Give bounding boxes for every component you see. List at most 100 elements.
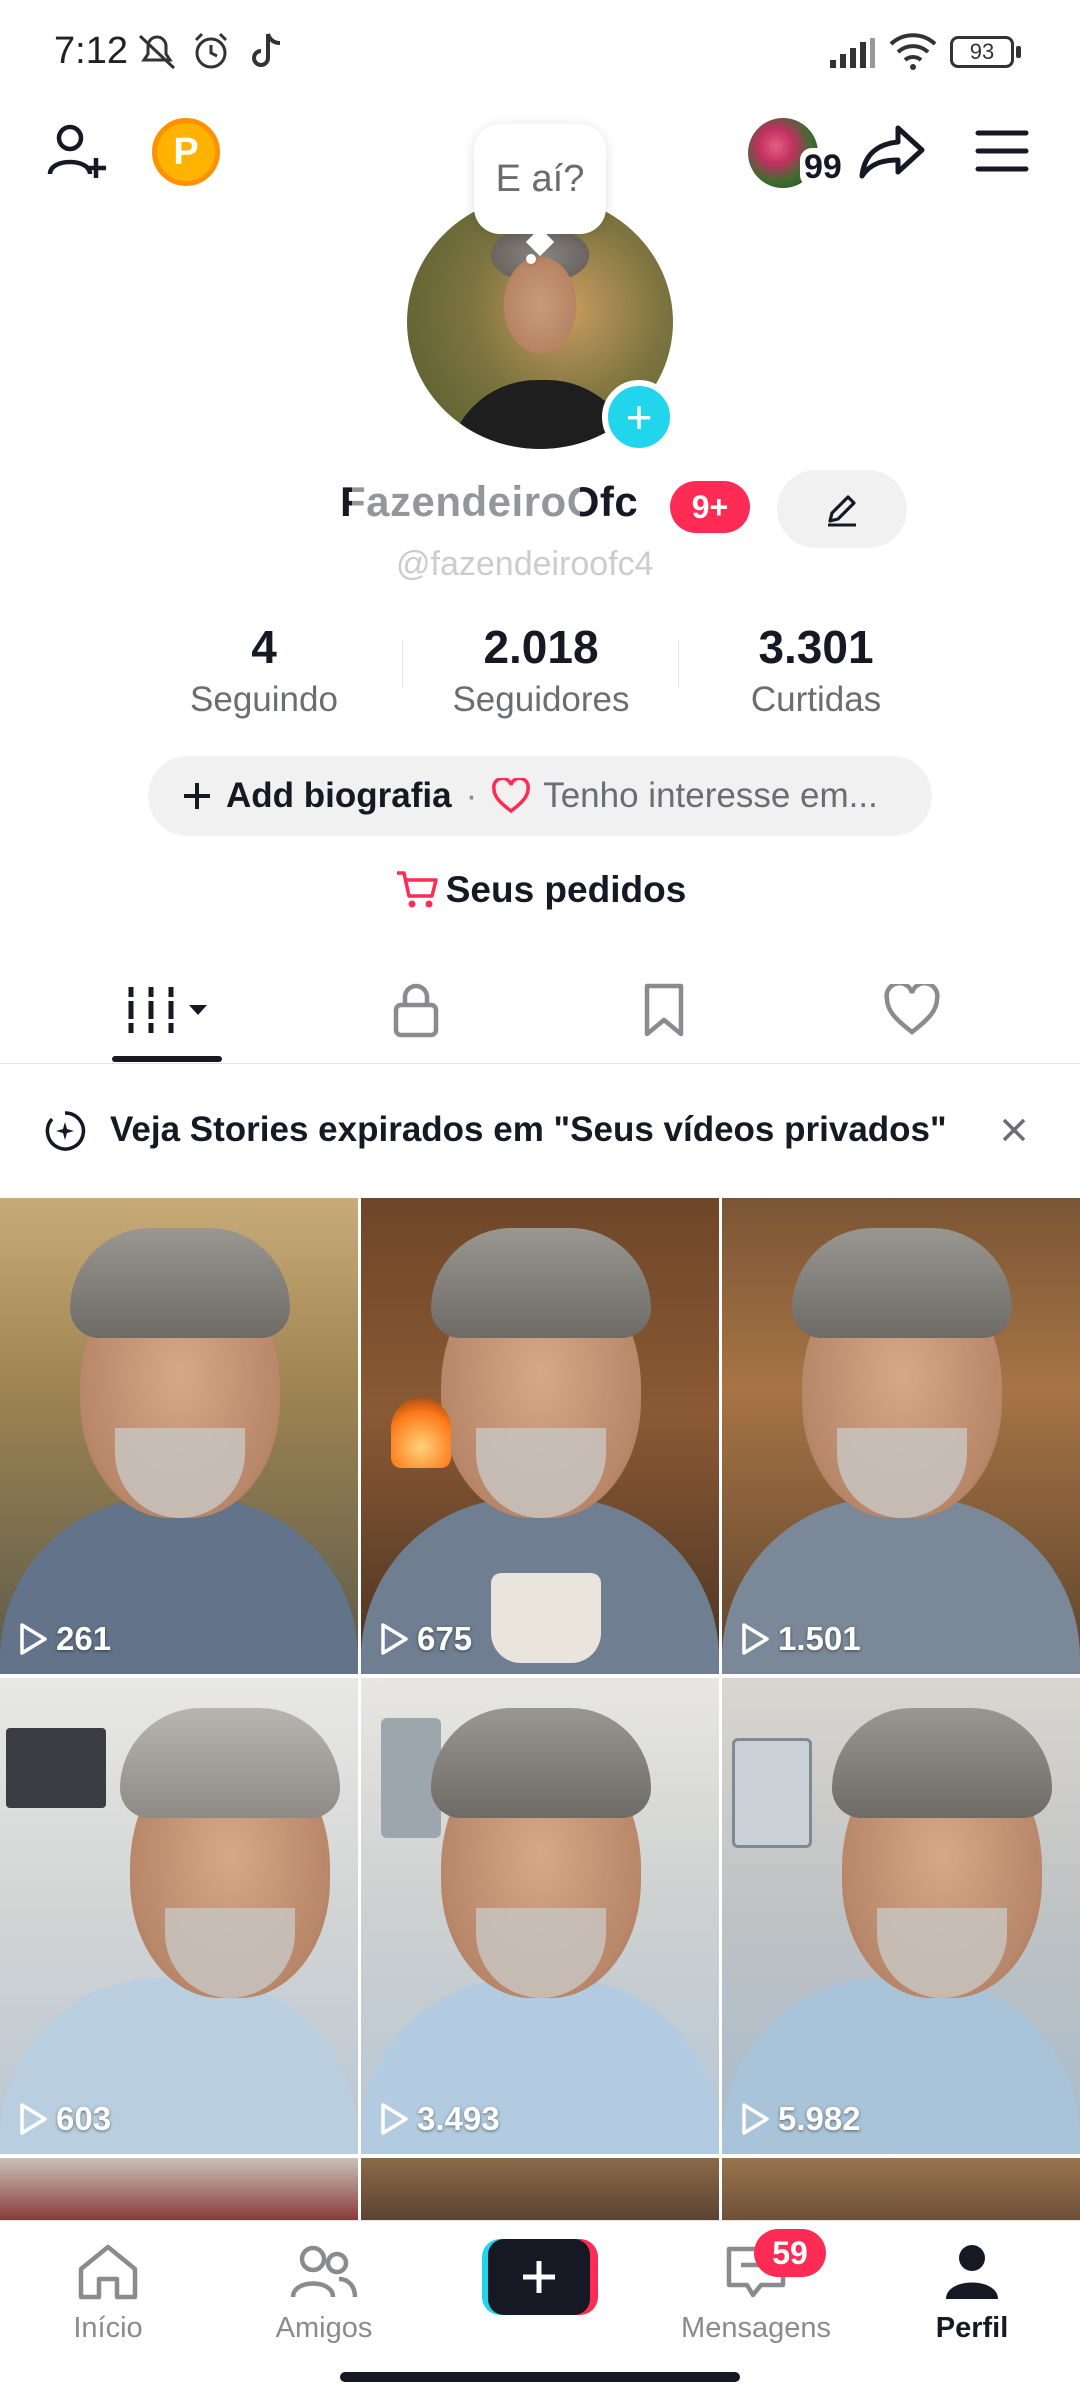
plus-icon: + [625, 391, 653, 443]
play-icon [381, 2103, 408, 2135]
view-count-value: 261 [56, 1620, 112, 1657]
heart-icon [884, 984, 940, 1035]
bubble-tail-dot [526, 254, 536, 264]
video-thumbnail[interactable] [361, 2158, 719, 2220]
stat-following[interactable]: 4 Seguindo [134, 620, 394, 720]
story-add-icon [45, 1111, 86, 1151]
create-button[interactable] [482, 2239, 598, 2315]
add-friend-icon[interactable] [44, 118, 110, 184]
orders-label: Seus pedidos [445, 869, 687, 910]
view-count-value: 5.982 [778, 2100, 861, 2137]
stories-banner[interactable]: Veja Stories expirados em "Seus vídeos p… [0, 1088, 1080, 1172]
messages-badge: 59 [754, 2229, 826, 2277]
view-count-value: 3.493 [417, 2100, 500, 2137]
stat-followers[interactable]: 2.018 Seguidores [411, 620, 671, 720]
video-thumbnail[interactable] [0, 2158, 358, 2220]
video-thumbnail[interactable] [722, 2158, 1080, 2220]
add-bio-label: Add biografia [226, 776, 452, 815]
add-story-button[interactable]: + [602, 380, 676, 454]
view-count-value: 1.501 [778, 1620, 861, 1657]
interests-button[interactable]: Tenho interesse em... [491, 776, 878, 816]
heart-outline-icon [492, 778, 531, 814]
bell-muted-icon [138, 34, 176, 70]
tiktok-icon [252, 33, 281, 67]
add-bio-button[interactable]: Add biografia [180, 776, 452, 816]
stat-likes-value: 3.301 [758, 621, 874, 673]
video-thumbnail[interactable]: 603 [0, 1678, 358, 2154]
stories-banner-text: Veja Stories expirados em "Seus vídeos p… [110, 1110, 947, 1149]
active-tab-indicator [112, 1056, 222, 1062]
plus-icon [184, 783, 210, 809]
stat-divider [402, 640, 403, 688]
notification-count: 99 [800, 148, 846, 187]
close-icon[interactable] [1000, 1116, 1028, 1144]
tab-videos[interactable] [68, 958, 268, 1062]
view-count: 1.501 [740, 1620, 861, 1658]
signal-icon [830, 38, 875, 68]
view-count: 261 [18, 1620, 111, 1658]
points-coin-icon[interactable]: P [152, 118, 220, 186]
status-bubble[interactable]: E aí? [474, 124, 606, 234]
stat-likes-label: Curtidas [750, 680, 882, 719]
home-icon [78, 2244, 138, 2300]
status-bubble-text: E aí? [495, 157, 585, 200]
stat-likes[interactable]: 3.301 Curtidas [686, 620, 946, 720]
stat-following-label: Seguindo [190, 680, 338, 719]
view-count: 675 [379, 1620, 472, 1658]
nav-friends-label: Amigos [275, 2312, 373, 2344]
profile-icon [946, 2245, 998, 2299]
cart-icon [396, 871, 438, 908]
battery-indicator: 93 [950, 36, 1014, 68]
orders-link[interactable]: Seus pedidos [0, 868, 1080, 911]
play-icon [742, 1623, 769, 1655]
home-indicator [340, 2372, 740, 2382]
view-count: 5.982 [740, 2100, 861, 2138]
status-time: 7:12 [54, 30, 128, 72]
username-redaction [352, 486, 580, 522]
video-thumbnail[interactable]: 1.501 [722, 1198, 1080, 1674]
battery-level: 93 [969, 39, 995, 64]
play-icon [20, 2103, 47, 2135]
stat-following-value: 4 [251, 621, 277, 673]
wifi-icon [889, 33, 937, 70]
stat-followers-value: 2.018 [483, 621, 599, 673]
menu-icon[interactable] [974, 128, 1030, 174]
view-count-value: 603 [56, 2100, 112, 2137]
video-thumbnail[interactable]: 261 [0, 1198, 358, 1674]
notification-badge[interactable]: 9+ [670, 481, 750, 533]
nav-messages-label: Mensagens [681, 2312, 831, 2344]
video-thumbnail[interactable]: 675 [361, 1198, 719, 1674]
bookmark-icon [644, 983, 684, 1037]
nav-home[interactable]: Início [28, 2241, 188, 2345]
content-tabs [0, 958, 1080, 1064]
stat-followers-label: Seguidores [452, 680, 630, 719]
share-icon[interactable] [858, 122, 928, 182]
nav-profile[interactable]: Perfil [892, 2241, 1052, 2345]
play-icon [381, 1623, 408, 1655]
grid-icon [125, 987, 207, 1033]
points-coin-label: P [173, 130, 199, 173]
friends-icon [290, 2245, 358, 2298]
tab-private[interactable] [316, 958, 516, 1062]
play-icon [20, 1623, 47, 1655]
bio-pill: Add biografia · Tenho interesse em... [148, 756, 932, 836]
play-icon [742, 2103, 769, 2135]
interests-label: Tenho interesse em... [543, 776, 878, 815]
tab-saved[interactable] [564, 958, 764, 1062]
view-count: 603 [18, 2100, 111, 2138]
status-bar: 7:12 93 [0, 0, 1080, 104]
bio-separator: · [465, 776, 478, 815]
view-count: 3.493 [379, 2100, 500, 2138]
view-count-value: 675 [417, 1620, 473, 1657]
plus-icon [523, 2261, 555, 2293]
stat-divider [678, 640, 679, 688]
lock-icon [393, 983, 439, 1038]
video-thumbnail[interactable]: 5.982 [722, 1678, 1080, 2154]
tab-liked[interactable] [812, 958, 1012, 1062]
video-thumbnail[interactable]: 3.493 [361, 1678, 719, 2154]
edit-profile-button[interactable] [777, 470, 907, 548]
nav-friends[interactable]: Amigos [244, 2241, 404, 2345]
alarm-icon [194, 32, 228, 69]
battery-tip [1016, 46, 1021, 58]
video-grid: 261 675 1.501 603 3.493 5.982 [0, 1198, 1080, 2220]
